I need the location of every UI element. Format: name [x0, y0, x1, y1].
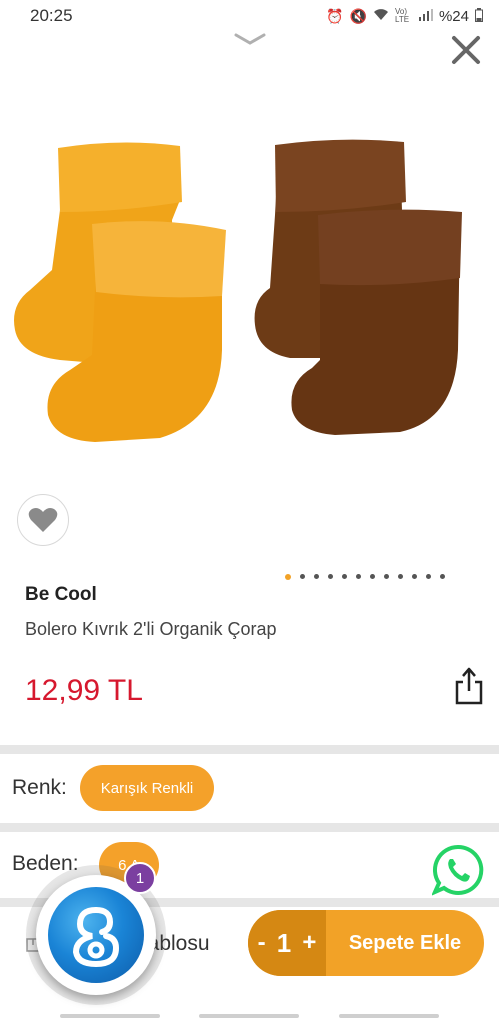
whatsapp-icon[interactable] [432, 844, 484, 896]
add-to-cart-bar: - 1 + Sepete Ekle [248, 910, 484, 976]
pager-dot[interactable] [356, 574, 361, 579]
nav-back-button[interactable] [339, 1014, 440, 1018]
heart-icon [28, 508, 58, 532]
product-name: Bolero Kıvrık 2'li Organik Çorap [25, 619, 277, 639]
add-to-cart-button[interactable]: Sepete Ekle [326, 932, 484, 955]
alarm-icon: ⏰ [326, 7, 344, 24]
chevron-down-icon[interactable] [232, 30, 268, 50]
pager-dot[interactable] [440, 574, 445, 579]
product-brand[interactable]: Be Cool [25, 584, 97, 606]
close-icon[interactable] [450, 34, 482, 66]
brand-logo-icon [48, 887, 144, 983]
nav-home-button[interactable] [199, 1014, 300, 1018]
product-image[interactable] [0, 120, 499, 460]
pager-dot[interactable] [328, 574, 333, 579]
nav-recent-button[interactable] [59, 1014, 160, 1018]
battery-icon [475, 7, 483, 25]
signal-icon [418, 8, 433, 24]
pager-dot[interactable] [426, 574, 431, 579]
notification-badge: 1 [124, 862, 156, 894]
image-pager-dots [285, 573, 445, 580]
favorite-button[interactable] [17, 494, 69, 546]
pager-dot[interactable] [412, 574, 417, 579]
color-label: Renk: [12, 776, 67, 799]
pager-dot[interactable] [370, 574, 375, 579]
pager-dot[interactable] [314, 574, 319, 579]
mute-icon: 🔇 [349, 7, 367, 24]
battery-level: %24 [438, 7, 469, 25]
quantity-increase-button[interactable]: + [302, 929, 316, 957]
pager-dot[interactable] [384, 574, 389, 579]
pager-dot[interactable] [398, 574, 403, 579]
quantity-decrease-button[interactable]: - [258, 929, 266, 957]
system-nav-bar [0, 1008, 499, 1024]
section-divider [0, 745, 499, 754]
pager-dot[interactable] [285, 573, 291, 580]
wifi-icon [373, 8, 389, 24]
quantity-stepper: - 1 + [248, 910, 326, 976]
color-option-button[interactable]: Karışık Renkli [80, 765, 214, 811]
pager-dot[interactable] [300, 574, 305, 579]
status-icons: ⏰ 🔇 Vo) LTE %24 [326, 7, 483, 25]
status-bar: 20:25 ⏰ 🔇 Vo) LTE %24 [0, 0, 499, 32]
size-label: Beden: [12, 852, 79, 875]
product-price: 12,99 TL [25, 674, 143, 707]
volte-indicator: Vo) LTE [394, 7, 410, 24]
share-icon[interactable] [453, 666, 485, 706]
pager-dot[interactable] [342, 574, 347, 579]
section-divider [0, 823, 499, 832]
status-time: 20:25 [30, 6, 73, 25]
quantity-value: 1 [276, 927, 292, 958]
